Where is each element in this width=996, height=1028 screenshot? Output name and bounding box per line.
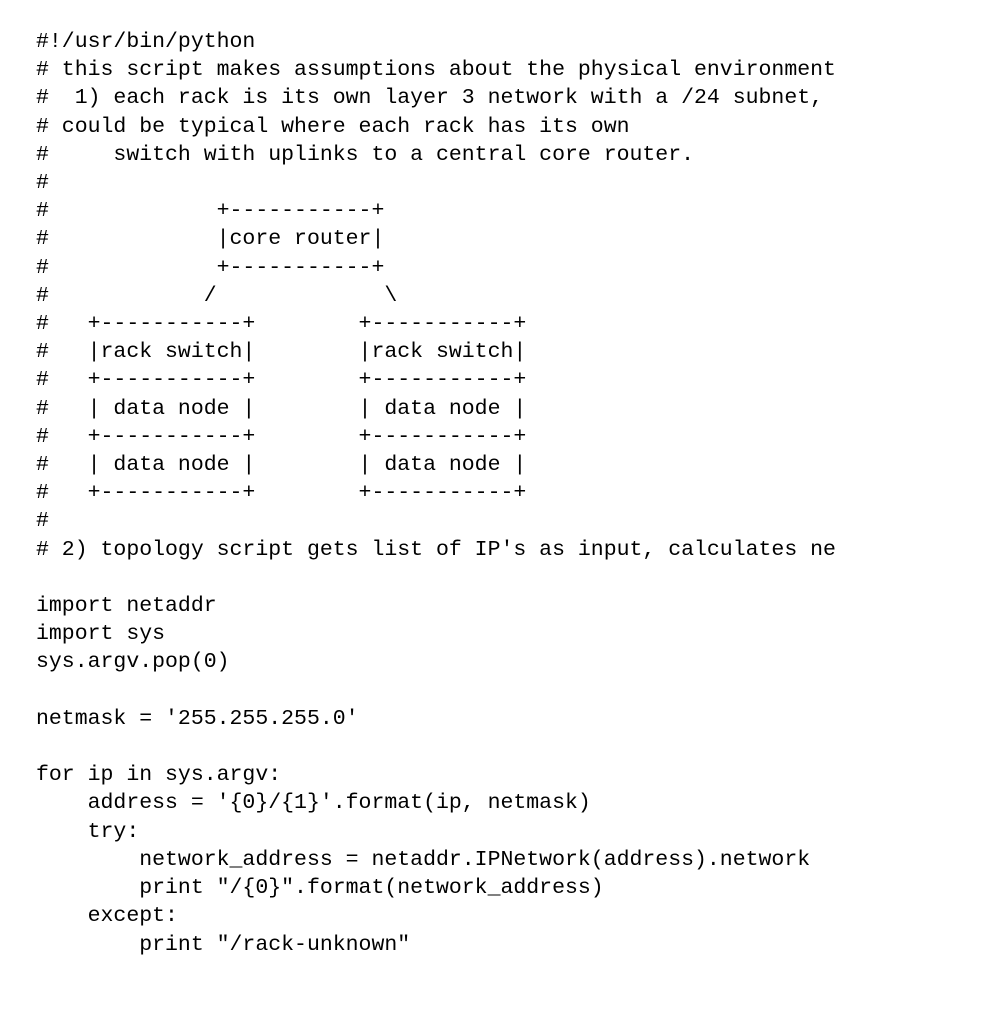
code-line: # |core router| [36,227,384,251]
code-line: # 1) each rack is its own layer 3 networ… [36,86,823,110]
code-line: # [36,171,49,195]
code-line: # | data node | | data node | [36,453,526,477]
code-line: print "/{0}".format(network_address) [36,876,604,900]
code-line: #!/usr/bin/python [36,30,255,54]
code-line: # +-----------+ +-----------+ [36,425,526,449]
code-line: sys.argv.pop(0) [36,650,230,674]
code-line: netmask = '255.255.255.0' [36,707,359,731]
code-line: address = '{0}/{1}'.format(ip, netmask) [36,791,591,815]
code-line: print "/rack-unknown" [36,933,410,957]
code-line: # |rack switch| |rack switch| [36,340,526,364]
code-line: network_address = netaddr.IPNetwork(addr… [36,848,810,872]
code-line: # switch with uplinks to a central core … [36,143,694,167]
code-line: except: [36,904,178,928]
code-line: import netaddr [36,594,217,618]
code-line: # / \ [36,284,397,308]
code-line: import sys [36,622,165,646]
code-line: # 2) topology script gets list of IP's a… [36,538,836,562]
code-line: try: [36,820,139,844]
code-line: # +-----------+ +-----------+ [36,481,526,505]
code-line: # +-----------+ [36,256,384,280]
code-line: # this script makes assumptions about th… [36,58,836,82]
code-line: # +-----------+ [36,199,384,223]
code-line: # [36,509,49,533]
code-line: for ip in sys.argv: [36,763,281,787]
code-line: # +-----------+ +-----------+ [36,312,526,336]
code-line: # +-----------+ +-----------+ [36,368,526,392]
code-line: # | data node | | data node | [36,397,526,421]
code-line: # could be typical where each rack has i… [36,115,630,139]
code-block: #!/usr/bin/python # this script makes as… [0,0,996,959]
